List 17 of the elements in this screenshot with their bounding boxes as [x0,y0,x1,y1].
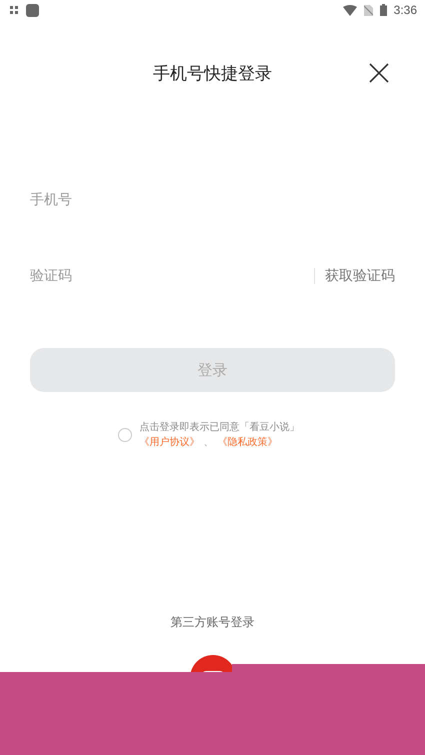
page-title: 手机号快捷登录 [153,62,272,84]
wifi-icon [342,4,357,16]
separator-text: 、 [204,436,214,449]
status-time: 3:36 [394,3,417,17]
code-input-field[interactable]: 验证码 [30,268,314,284]
agreement-checkbox[interactable] [118,428,132,442]
app-icon [26,4,39,16]
grid-icon [10,6,19,14]
battery-icon [380,4,387,16]
user-agreement-link[interactable]: 《用户协议》 [140,435,200,449]
third-party-login-label: 第三方账号登录 [170,614,256,631]
no-sim-icon [364,4,373,16]
agreement-text: 点击登录即表示已同意「看豆小说」 [140,420,300,434]
phone-input-field[interactable]: 手机号 [30,192,395,208]
privacy-policy-link[interactable]: 《隐私政策》 [218,435,278,449]
close-icon[interactable] [369,63,389,83]
get-code-button[interactable]: 获取验证码 [325,267,395,285]
